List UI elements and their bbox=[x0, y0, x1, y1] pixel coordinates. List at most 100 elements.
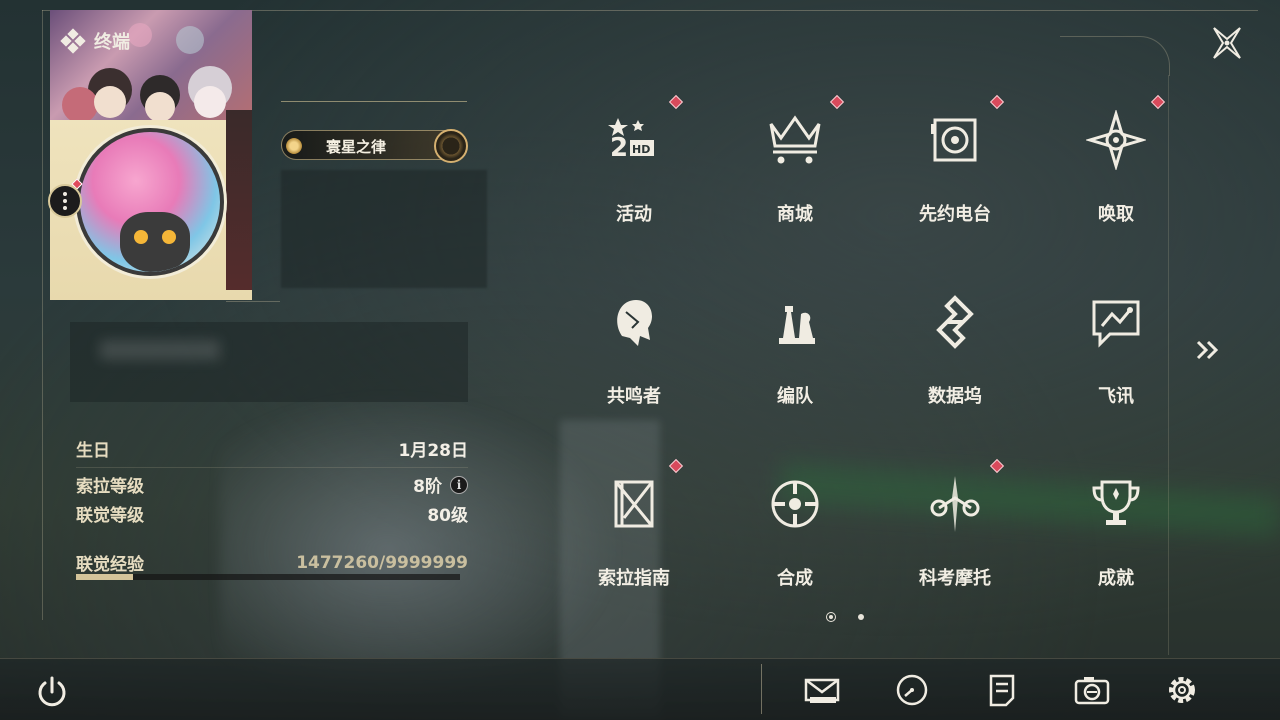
svg-text:HD: HD bbox=[632, 143, 650, 156]
menu-item[interactable]: 先约电台 bbox=[880, 94, 1030, 258]
clock-icon bbox=[896, 674, 928, 706]
notification-dot bbox=[989, 458, 1005, 474]
menu-item[interactable]: 编队 bbox=[720, 280, 870, 440]
page-title-text: 终端 bbox=[94, 32, 130, 53]
stat-value: 8阶 bbox=[413, 477, 442, 497]
exp-progress-fill bbox=[76, 574, 133, 580]
menu-item-label: 飞讯 bbox=[1098, 386, 1134, 407]
activity-2hd-icon: 2 HD bbox=[604, 110, 664, 170]
close-icon bbox=[1213, 27, 1241, 59]
synthesis-icon bbox=[765, 474, 825, 534]
gear-icon bbox=[1169, 677, 1195, 703]
page-title: 终端 bbox=[60, 28, 130, 54]
stat-row-union-exp: 联觉经验 1477260/9999999 bbox=[76, 550, 468, 576]
menu-item[interactable]: 科考摩托 bbox=[880, 458, 1030, 622]
menu-item-label: 索拉指南 bbox=[598, 568, 670, 589]
data-dock-icon bbox=[925, 292, 985, 352]
close-button[interactable] bbox=[1208, 24, 1246, 62]
chess-team-icon bbox=[765, 292, 825, 352]
gacha-star-icon bbox=[1084, 108, 1148, 172]
notification-dot bbox=[668, 94, 684, 110]
message-chat-icon bbox=[1086, 292, 1146, 352]
next-page-button[interactable] bbox=[1194, 337, 1222, 363]
frame-line-left bbox=[42, 10, 43, 620]
menu-item[interactable]: 成就 bbox=[1041, 462, 1191, 622]
title-badge[interactable]: 寰星之律 bbox=[281, 129, 468, 163]
resonator-head-icon bbox=[604, 292, 664, 352]
terminal-diamond-icon bbox=[60, 28, 86, 54]
bottom-divider bbox=[761, 664, 762, 714]
settings-button[interactable] bbox=[1162, 670, 1202, 710]
notification-dot bbox=[1150, 94, 1166, 110]
menu-item[interactable]: 唤取 bbox=[1041, 94, 1191, 258]
menu-item-label: 编队 bbox=[777, 386, 813, 407]
stat-value-wrap: 8阶 i bbox=[413, 472, 468, 497]
power-icon bbox=[38, 676, 66, 707]
profile-frame-side bbox=[226, 110, 252, 290]
menu-item-label: 唤取 bbox=[1098, 204, 1134, 225]
exp-value: 1477260/9999999 bbox=[296, 552, 468, 573]
notice-icon bbox=[989, 674, 1015, 707]
notification-dot bbox=[829, 94, 845, 110]
menu-item[interactable]: 飞讯 bbox=[1041, 280, 1191, 440]
double-chevron-right-icon bbox=[1196, 340, 1219, 360]
pagination bbox=[826, 612, 864, 622]
power-button[interactable] bbox=[34, 674, 70, 710]
mail-button[interactable] bbox=[802, 670, 842, 710]
radio-icon bbox=[925, 110, 985, 170]
card-divider bbox=[226, 301, 280, 302]
menu-item-label: 成就 bbox=[1098, 568, 1134, 589]
name-panel bbox=[281, 170, 487, 288]
camera-button[interactable] bbox=[1072, 670, 1112, 710]
clock-button[interactable] bbox=[892, 670, 932, 710]
guide-book-icon bbox=[604, 474, 664, 534]
profile-more-button[interactable] bbox=[48, 184, 82, 218]
stat-label: 索拉等级 bbox=[76, 477, 144, 497]
menu-item-label: 商城 bbox=[777, 204, 813, 225]
stat-row-birthday: 生日 1月28日 bbox=[76, 436, 468, 461]
exp-label: 联觉经验 bbox=[76, 555, 144, 575]
camera-icon bbox=[1074, 677, 1110, 705]
ring-emblem-icon bbox=[434, 129, 468, 163]
sun-icon bbox=[286, 138, 302, 154]
stat-row-sola-level: 索拉等级 8阶 i bbox=[76, 472, 468, 497]
page-dot-1[interactable] bbox=[826, 612, 836, 622]
notice-button[interactable] bbox=[982, 670, 1022, 710]
stat-label: 生日 bbox=[76, 441, 110, 461]
trophy-icon bbox=[1086, 474, 1146, 534]
frame-curve bbox=[1060, 36, 1170, 76]
motorcycle-icon bbox=[925, 474, 985, 534]
menu-item-label: 共鸣者 bbox=[607, 386, 661, 407]
info-icon[interactable]: i bbox=[450, 475, 468, 494]
menu-item-label: 活动 bbox=[616, 204, 652, 225]
menu-item[interactable]: 2 HD 活动 bbox=[559, 94, 709, 258]
stat-value: 1月28日 bbox=[398, 441, 469, 461]
menu-item-label: 数据坞 bbox=[928, 386, 982, 407]
menu-item[interactable]: 商城 bbox=[720, 94, 870, 258]
stat-row-union-level: 联觉等级 80级 bbox=[76, 501, 468, 526]
title-line bbox=[281, 101, 467, 102]
stat-label: 联觉等级 bbox=[76, 506, 144, 526]
avatar[interactable] bbox=[76, 128, 224, 276]
svg-text:2: 2 bbox=[610, 133, 628, 163]
title-badge-text: 寰星之律 bbox=[326, 138, 387, 156]
signature-text-blurred bbox=[100, 340, 220, 360]
avatar-cat bbox=[120, 212, 190, 272]
signature-panel bbox=[70, 322, 468, 402]
menu-item[interactable]: 合成 bbox=[720, 462, 870, 622]
menu-item-label: 科考摩托 bbox=[919, 568, 991, 589]
profile-banner bbox=[50, 10, 252, 120]
page-dot-2[interactable] bbox=[858, 614, 864, 620]
stat-divider bbox=[76, 467, 468, 468]
shop-crown-icon bbox=[765, 110, 825, 170]
menu-item[interactable]: 数据坞 bbox=[880, 280, 1030, 440]
mail-icon bbox=[804, 678, 840, 703]
menu-item[interactable]: 共鸣者 bbox=[559, 280, 709, 440]
notification-dot bbox=[989, 94, 1005, 110]
menu-item-label: 合成 bbox=[777, 568, 813, 589]
banner-art bbox=[62, 23, 232, 120]
menu-item-label: 先约电台 bbox=[919, 204, 991, 225]
menu-item[interactable]: 索拉指南 bbox=[559, 458, 709, 622]
notification-dot bbox=[668, 458, 684, 474]
stat-value: 80级 bbox=[427, 506, 468, 526]
